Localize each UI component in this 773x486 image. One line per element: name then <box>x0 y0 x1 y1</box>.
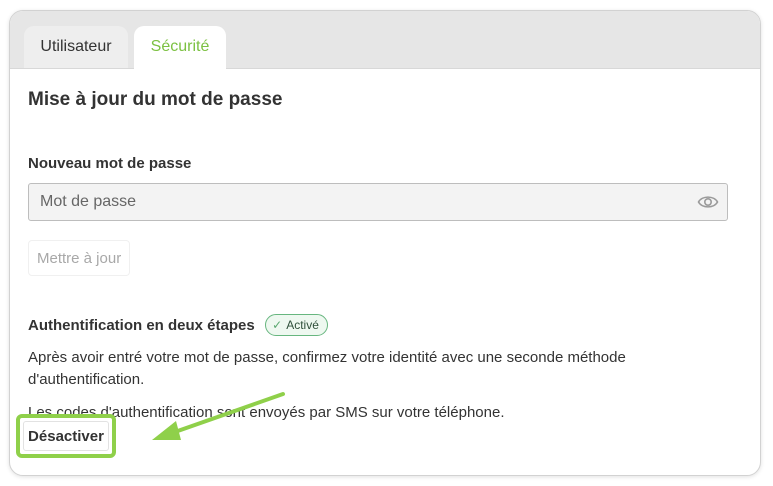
password-field-wrapper <box>28 183 728 221</box>
status-badge: ✓ Activé <box>265 314 328 336</box>
deactivate-button[interactable]: Désactiver <box>23 421 109 451</box>
password-field-label: Nouveau mot de passe <box>28 155 192 172</box>
two-factor-header: Authentification en deux étapes ✓ Activé <box>28 314 328 338</box>
section-title: Mise à jour du mot de passe <box>28 89 283 110</box>
tab-utilisateur[interactable]: Utilisateur <box>24 26 128 68</box>
eye-icon[interactable] <box>697 192 719 212</box>
settings-card: Utilisateur Sécurité Mise à jour du mot … <box>9 10 761 476</box>
deactivate-highlight: Désactiver <box>16 414 116 458</box>
two-factor-description: Après avoir entré votre mot de passe, co… <box>28 349 626 388</box>
two-factor-label: Authentification en deux étapes <box>28 316 255 334</box>
tab-securite[interactable]: Sécurité <box>134 26 226 69</box>
tab-bar: Utilisateur Sécurité <box>10 11 760 69</box>
status-badge-text: Activé <box>286 318 319 332</box>
update-password-button[interactable]: Mettre à jour <box>28 240 131 276</box>
password-input[interactable] <box>29 184 689 220</box>
check-icon: ✓ <box>272 318 283 332</box>
